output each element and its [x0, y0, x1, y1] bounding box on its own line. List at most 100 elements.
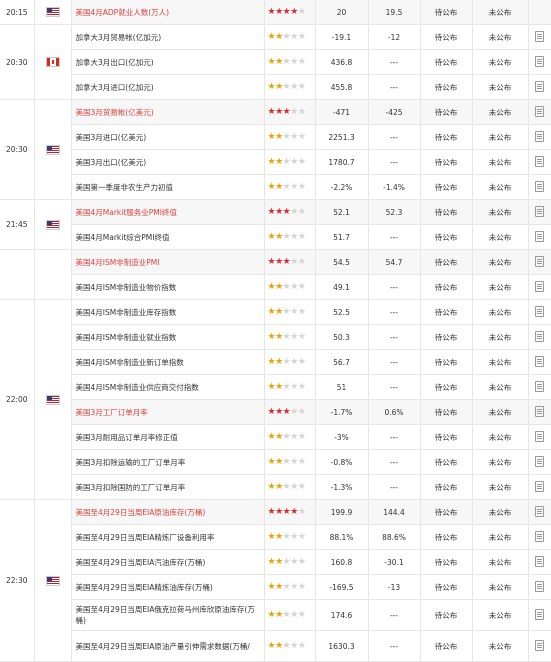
detail-cell[interactable] — [528, 24, 551, 50]
document-icon[interactable] — [535, 30, 545, 42]
event-name[interactable]: 美国3月贸易帐(亿美元) — [71, 99, 265, 125]
detail-cell[interactable] — [528, 324, 551, 350]
document-icon[interactable] — [535, 280, 545, 292]
event-name[interactable]: 美国4月ISM非制造业新订单指数 — [71, 349, 265, 375]
detail-cell[interactable] — [528, 124, 551, 150]
event-row[interactable]: 美国4月ISM非制造业就业指数 ★★★★★ 50.3 --- 待公布 未公布 — [0, 324, 551, 350]
event-name[interactable]: 加拿大3月出口(亿加元) — [71, 49, 265, 75]
document-icon[interactable] — [535, 580, 545, 592]
document-icon[interactable] — [535, 530, 545, 542]
event-row[interactable]: 美国至4月29日当周EIA精炼厂设备利用率 ★★★★★ 88.1% 88.6% 待公布未… — [0, 524, 551, 550]
event-row[interactable]: 22:30 美国至4月29日当周EIA原油库存(万桶) ★★★★★ 199.9 144.… — [0, 499, 551, 662]
detail-cell[interactable] — [528, 249, 551, 275]
event-name[interactable]: 美国至4月29日当周EIA俄克拉荷马州库欣原油库存(万桶) — [71, 599, 265, 631]
event-name[interactable]: 美国3月耐用品订单月率修正值 — [71, 424, 265, 450]
event-row[interactable]: 美国3月耐用品订单月率修正值 ★★★★★ -3% --- 待公布 未公布 — [0, 424, 551, 450]
detail-cell[interactable] — [528, 349, 551, 375]
detail-cell[interactable] — [528, 299, 551, 325]
event-row[interactable]: 美国4月ISM非制造业PMI ★★★★★ 54.5 54.7 待公布 未公布 — [0, 249, 551, 300]
event-row[interactable]: 美国4月Markit综合PMI终值 ★★★★★ 51.7 --- 待公布 未公布 — [0, 224, 551, 250]
event-name[interactable]: 美国至4月29日当周EIA原油库存(万桶) — [71, 499, 265, 525]
event-name[interactable]: 美国至4月29日当周EIA精炼油库存(万桶) — [71, 574, 265, 600]
document-icon[interactable] — [535, 305, 545, 317]
event-row[interactable]: 美国至4月29日当周EIA俄克拉荷马州库欣原油库存(万桶) ★★★★★ 174.6-… — [0, 599, 551, 631]
detail-cell[interactable] — [528, 99, 551, 125]
event-row[interactable]: 美国4月ISM非制造业供应商交付指数 ★★★★★ 51 --- 待公布 未公布 — [0, 374, 551, 400]
document-icon[interactable] — [535, 480, 545, 492]
event-name[interactable]: 美国4月ISM非制造业库存指数 — [71, 299, 265, 325]
event-name[interactable]: 美国4月ISM非制造业PMI — [71, 249, 265, 275]
document-icon[interactable] — [535, 555, 545, 567]
detail-cell[interactable] — [528, 474, 551, 500]
detail-cell[interactable] — [528, 74, 551, 100]
event-row[interactable]: 22:00 美国4月ISM非制造业库存指数 ★★★★★ 52.5 --- 待公布 未公布 — [0, 299, 551, 500]
document-icon[interactable] — [535, 205, 545, 217]
detail-cell[interactable] — [528, 149, 551, 175]
event-name[interactable]: 加拿大3月进口(亿加元) — [71, 74, 265, 100]
detail-cell[interactable] — [528, 199, 551, 225]
event-row[interactable]: 美国至4月29日当周EIA精炼油库存(万桶) ★★★★★ -169.5 -13 待公布未… — [0, 574, 551, 600]
event-row[interactable]: 美国第一季度非农生产力初值 ★★★★★ -2.2% -1.4% 待公布 未公布 — [0, 174, 551, 200]
event-name[interactable]: 美国3月工厂订单月率 — [71, 399, 265, 425]
document-icon[interactable] — [535, 405, 545, 417]
document-icon[interactable] — [535, 330, 545, 342]
event-name[interactable]: 加拿大3月贸易帐(亿加元) — [71, 24, 265, 50]
detail-cell[interactable] — [528, 274, 551, 300]
event-name[interactable]: 美国至4月29日当周EIA汽油库存(万桶) — [71, 549, 265, 575]
document-icon[interactable] — [535, 80, 545, 92]
event-row[interactable]: 美国3月扣除国防的工厂订单月率 ★★★★★ -1.3% --- 待公布 未公布 — [0, 474, 551, 500]
detail-cell[interactable] — [528, 49, 551, 75]
event-row[interactable]: 美国3月出口(亿美元) ★★★★★ 1780.7 --- 待公布 未公布 — [0, 149, 551, 175]
event-row[interactable]: 美国3月工厂订单月率 ★★★★★ -1.7% 0.6% 待公布 未公布 — [0, 399, 551, 425]
document-icon[interactable] — [535, 639, 545, 651]
detail-cell[interactable] — [528, 424, 551, 450]
event-row[interactable]: 美国至4月29日当周EIA原油产量引伸需求数据(万桶/★★★★★ 1630.3 --… — [0, 630, 551, 662]
event-name[interactable]: 美国4月Markit综合PMI终值 — [71, 224, 265, 250]
document-icon[interactable] — [535, 455, 545, 467]
document-icon[interactable] — [535, 230, 545, 242]
event-name[interactable]: 美国4月ISM非制造业就业指数 — [71, 324, 265, 350]
event-row[interactable]: 20:30 加拿大3月贸易帐(亿加元) ★★★★★ -19.1 -12 待公布 未公布 — [0, 24, 551, 100]
document-icon[interactable] — [535, 55, 545, 67]
event-row[interactable]: 美国3月进口(亿美元) ★★★★★ 2251.3 --- 待公布 未公布 — [0, 124, 551, 150]
detail-cell[interactable] — [528, 224, 551, 250]
document-icon[interactable] — [535, 255, 545, 267]
document-icon[interactable] — [535, 505, 545, 517]
document-icon[interactable] — [535, 180, 545, 192]
event-name[interactable]: 美国至4月29日当周EIA精炼厂设备利用率 — [71, 524, 265, 550]
detail-cell[interactable] — [528, 524, 551, 550]
document-icon[interactable] — [535, 608, 545, 620]
detail-cell[interactable] — [528, 574, 551, 600]
event-row[interactable]: 美国至4月29日当周EIA汽油库存(万桶) ★★★★★ 160.8 -30.1 待公布未… — [0, 549, 551, 575]
document-icon[interactable] — [535, 130, 545, 142]
detail-cell[interactable] — [528, 599, 551, 631]
detail-cell[interactable] — [528, 449, 551, 475]
detail-cell[interactable] — [528, 399, 551, 425]
event-name[interactable]: 美国3月出口(亿美元) — [71, 149, 265, 175]
event-name[interactable]: 美国3月扣除国防的工厂订单月率 — [71, 474, 265, 500]
detail-cell[interactable] — [528, 374, 551, 400]
event-row[interactable]: 美国3月扣除运输的工厂订单月率 ★★★★★ -0.8% --- 待公布 未公布 — [0, 449, 551, 475]
detail-cell[interactable] — [528, 549, 551, 575]
event-name[interactable]: 美国4月Markit服务业PMI终值 — [71, 199, 265, 225]
event-name[interactable]: 美国3月扣除运输的工厂订单月率 — [71, 449, 265, 475]
detail-cell[interactable] — [528, 630, 551, 662]
document-icon[interactable] — [535, 105, 545, 117]
event-name[interactable]: 美国3月进口(亿美元) — [71, 124, 265, 150]
event-row[interactable]: 加拿大3月出口(亿加元) ★★★★★ 436.8 --- 待公布 未公布 — [0, 49, 551, 75]
document-icon[interactable] — [535, 355, 545, 367]
event-row[interactable]: 21:45 美国4月Markit服务业PMI终值 ★★★★★ 52.1 52.3 待公布未… — [0, 199, 551, 250]
document-icon[interactable] — [535, 380, 545, 392]
event-name[interactable]: 美国4月ISM非制造业物价指数 — [71, 274, 265, 300]
document-icon[interactable] — [535, 430, 545, 442]
event-name[interactable]: 美国4月ISM非制造业供应商交付指数 — [71, 374, 265, 400]
event-name[interactable]: 美国第一季度非农生产力初值 — [71, 174, 265, 200]
detail-cell[interactable] — [528, 0, 551, 25]
detail-cell[interactable] — [528, 499, 551, 525]
event-row[interactable]: 美国4月ISM非制造业物价指数 ★★★★★ 49.1 --- 待公布 未公布 — [0, 274, 551, 300]
event-row[interactable]: 20:30 美国3月贸易帐(亿美元) ★★★★★ -471 -425 待公布 未公布 — [0, 99, 551, 200]
document-icon[interactable] — [535, 155, 545, 167]
event-name[interactable]: 美国至4月29日当周EIA原油产量引伸需求数据(万桶/ — [71, 630, 265, 662]
detail-cell[interactable] — [528, 174, 551, 200]
event-row[interactable]: 美国4月ISM非制造业新订单指数 ★★★★★ 56.7 --- 待公布 未公布 — [0, 349, 551, 375]
